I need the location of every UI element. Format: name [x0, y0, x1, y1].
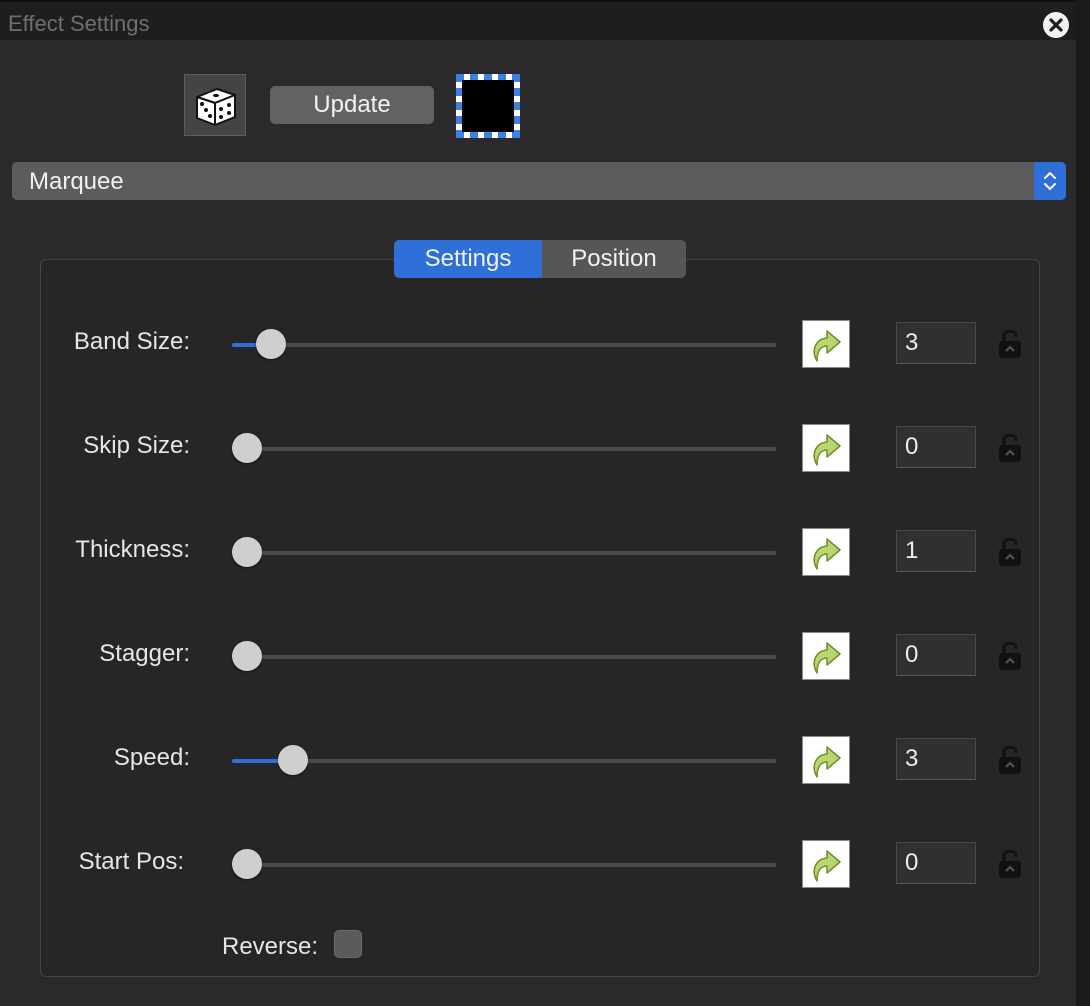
lock-button[interactable] — [996, 326, 1024, 362]
tab-bar: Settings Position — [394, 240, 686, 278]
row-label: Start Pos: — [78, 848, 184, 875]
slider-thumb[interactable] — [256, 329, 287, 359]
curved-arrow-icon — [813, 330, 841, 362]
lock-button[interactable] — [996, 846, 1024, 882]
curved-arrow-icon — [813, 850, 841, 882]
lock-button[interactable] — [996, 638, 1024, 674]
row-band-size: Band Size: 3 — [0, 314, 1076, 374]
tab-position[interactable]: Position — [542, 240, 686, 278]
speed-slider[interactable] — [232, 759, 776, 763]
unlock-icon — [999, 745, 1021, 774]
row-skip-size: Skip Size: 0 — [0, 418, 1076, 478]
lock-button[interactable] — [996, 430, 1024, 466]
window-edge — [1076, 0, 1090, 1006]
skip-size-input[interactable]: 0 — [896, 426, 976, 468]
row-label: Skip Size: — [83, 432, 190, 459]
window-title: Effect Settings — [8, 11, 150, 36]
value-curve-button[interactable] — [802, 528, 850, 576]
unlock-icon — [999, 329, 1021, 358]
randomize-button[interactable] — [184, 74, 246, 136]
curved-arrow-icon — [813, 434, 841, 466]
row-label: Stagger: — [99, 640, 190, 667]
curved-arrow-icon — [813, 538, 841, 570]
slider-thumb[interactable] — [232, 433, 262, 463]
value-curve-button[interactable] — [802, 320, 850, 368]
lock-button[interactable] — [996, 534, 1024, 570]
start-pos-slider[interactable] — [232, 863, 776, 867]
row-stagger: Stagger: 0 — [0, 626, 1076, 686]
thickness-slider[interactable] — [232, 551, 776, 555]
effect-select-value: Marquee — [29, 168, 124, 195]
stagger-slider[interactable] — [232, 655, 776, 659]
unlock-icon — [999, 537, 1021, 566]
value-curve-button[interactable] — [802, 632, 850, 680]
slider-thumb[interactable] — [278, 745, 309, 775]
effect-select[interactable]: Marquee — [12, 162, 1066, 200]
close-icon[interactable] — [1043, 12, 1069, 38]
row-speed: Speed: 3 — [0, 730, 1076, 790]
row-label: Speed: — [113, 744, 190, 771]
band-size-slider[interactable] — [232, 343, 776, 347]
color-swatch[interactable] — [456, 74, 520, 138]
stagger-input[interactable]: 0 — [896, 634, 976, 676]
row-label: Band Size: — [73, 328, 190, 355]
select-stepper[interactable] — [1034, 162, 1066, 200]
unlock-icon — [999, 433, 1021, 462]
value-curve-button[interactable] — [802, 736, 850, 784]
title-bar: Effect Settings — [0, 0, 1076, 42]
row-label: Thickness: — [75, 536, 190, 563]
lock-button[interactable] — [996, 742, 1024, 778]
start-pos-input[interactable]: 0 — [896, 842, 976, 884]
speed-input[interactable]: 3 — [896, 738, 976, 780]
reverse-label: Reverse: — [222, 933, 319, 960]
curved-arrow-icon — [813, 746, 841, 778]
slider-thumb[interactable] — [232, 537, 262, 567]
row-start-pos: Start Pos: 0 — [0, 834, 1076, 894]
skip-size-slider[interactable] — [232, 447, 776, 451]
curved-arrow-icon — [813, 642, 841, 674]
slider-thumb[interactable] — [232, 849, 262, 879]
update-button[interactable]: Update — [270, 86, 434, 124]
value-curve-button[interactable] — [802, 840, 850, 888]
tab-settings[interactable]: Settings — [394, 240, 542, 278]
unlock-icon — [999, 849, 1021, 878]
dice-icon — [196, 88, 236, 126]
reverse-checkbox[interactable] — [334, 930, 362, 958]
band-size-input[interactable]: 3 — [896, 322, 976, 364]
value-curve-button[interactable] — [802, 424, 850, 472]
thickness-input[interactable]: 1 — [896, 530, 976, 572]
unlock-icon — [999, 641, 1021, 670]
chevron-up-down-icon — [1044, 172, 1056, 190]
slider-thumb[interactable] — [232, 641, 262, 671]
row-thickness: Thickness: 1 — [0, 522, 1076, 582]
